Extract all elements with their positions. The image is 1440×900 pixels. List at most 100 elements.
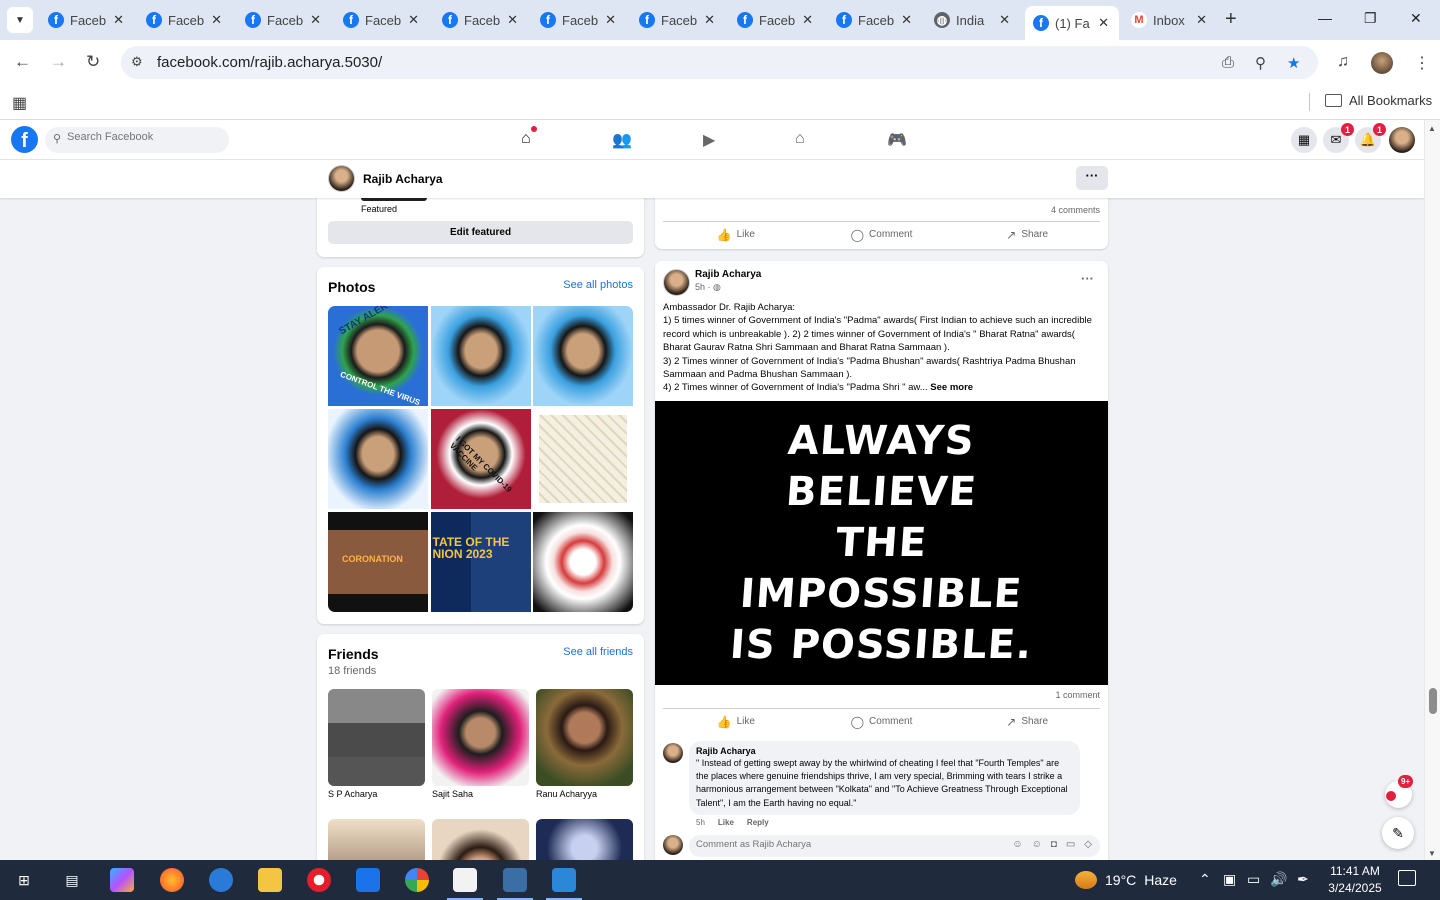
scroll-down-icon[interactable]: ▼: [1428, 849, 1436, 858]
edit-featured-button[interactable]: Edit featured: [328, 221, 633, 244]
weather-widget[interactable]: 19°C Haze: [1075, 871, 1177, 889]
zoom-icon[interactable]: ⚲: [1255, 54, 1266, 72]
menu-grid-icon[interactable]: ▦: [1291, 127, 1317, 153]
photo-thumbnail[interactable]: [328, 409, 428, 509]
close-icon[interactable]: ✕: [1196, 12, 1207, 28]
search-input[interactable]: [67, 131, 222, 143]
restore-icon[interactable]: ❐: [1364, 10, 1377, 27]
close-icon[interactable]: ✕: [704, 12, 715, 28]
url-text[interactable]: facebook.com/rajib.acharya.5030/: [157, 54, 382, 71]
close-icon[interactable]: ✕: [1098, 15, 1109, 31]
close-icon[interactable]: ✕: [999, 12, 1010, 28]
firefox-icon[interactable]: [160, 868, 184, 892]
watch-video-icon[interactable]: ▶: [703, 130, 715, 150]
commenter-avatar[interactable]: [663, 743, 683, 763]
browser-profile-avatar[interactable]: [1371, 52, 1393, 74]
address-bar[interactable]: ⚙ facebook.com/rajib.acharya.5030/ ⎙ ⚲ ★: [121, 46, 1318, 79]
photo-thumbnail[interactable]: STAY ALERT CONTROL THE VIRUS: [328, 306, 428, 406]
browser-tab[interactable]: f Faceb ✕: [237, 6, 331, 34]
reply-avatar[interactable]: [663, 835, 683, 855]
browser-tab[interactable]: f Faceb ✕: [335, 6, 429, 34]
back-arrow-icon[interactable]: ←: [14, 52, 31, 72]
see-more-link[interactable]: See more: [930, 382, 973, 393]
window-close-icon[interactable]: ✕: [1410, 10, 1422, 27]
share-button[interactable]: ↗ Share: [954, 709, 1100, 734]
friend-tile[interactable]: Sajit Saha: [432, 689, 529, 799]
comment-count[interactable]: 1 comment: [1055, 690, 1100, 700]
comment-button[interactable]: ◯ Comment: [809, 222, 955, 247]
browser-tab[interactable]: f Faceb ✕: [434, 6, 528, 34]
see-all-photos-link[interactable]: See all photos: [563, 279, 633, 291]
comment-composer[interactable]: ☺ ☺ ◘ ▭ ◇: [689, 835, 1100, 857]
browser-tab[interactable]: f Faceb ✕: [40, 6, 134, 34]
friend-name[interactable]: S P Acharya: [328, 789, 425, 799]
comment-input[interactable]: [696, 839, 996, 850]
post-timestamp[interactable]: 5h · ◍: [695, 282, 721, 293]
marketplace-icon[interactable]: ⌂: [795, 130, 805, 148]
like-button[interactable]: 👍 Like: [663, 222, 809, 247]
close-icon[interactable]: ✕: [605, 12, 616, 28]
network-icon[interactable]: ▭: [1247, 871, 1260, 888]
bookmark-star-icon[interactable]: ★: [1287, 54, 1300, 72]
like-button[interactable]: 👍 Like: [663, 709, 809, 734]
friend-name[interactable]: Sajit Saha: [432, 789, 529, 799]
avatar-sticker-icon[interactable]: ☺: [1012, 839, 1022, 850]
site-info-icon[interactable]: ⚙: [131, 54, 143, 70]
browser-tab[interactable]: f Faceb ✕: [138, 6, 232, 34]
tab-search-chevron-icon[interactable]: ▼: [7, 7, 33, 33]
install-app-icon[interactable]: ⎙: [1222, 54, 1234, 71]
browser-tab[interactable]: ◍ India ✕: [926, 6, 1020, 34]
opera-icon[interactable]: [307, 868, 331, 892]
close-icon[interactable]: ✕: [113, 12, 124, 28]
scrollbar-thumb[interactable]: [1429, 688, 1437, 714]
friend-name[interactable]: Ranu Acharyya: [536, 789, 633, 799]
close-icon[interactable]: ✕: [802, 12, 813, 28]
comments-count[interactable]: 4 comments: [1051, 205, 1100, 215]
profile-avatar[interactable]: [328, 165, 355, 192]
volume-icon[interactable]: 🔊: [1270, 871, 1287, 888]
photo-thumbnail[interactable]: [533, 512, 633, 612]
microsoft-store-icon[interactable]: [356, 868, 380, 892]
new-tab-plus-icon[interactable]: +: [1225, 8, 1237, 31]
photo-thumbnail[interactable]: [533, 409, 633, 509]
photo-thumbnail[interactable]: [533, 306, 633, 406]
browser-tab[interactable]: M Inbox ✕: [1123, 6, 1217, 34]
comment-reply-link[interactable]: Reply: [747, 818, 769, 827]
close-icon[interactable]: ✕: [310, 12, 321, 28]
gaming-icon[interactable]: 🎮: [887, 130, 907, 150]
page-scrollbar[interactable]: ▲ ▼: [1424, 120, 1440, 860]
new-message-compose-icon[interactable]: ✎: [1382, 817, 1414, 849]
sticker-icon[interactable]: ◇: [1084, 839, 1092, 850]
share-button[interactable]: ↗ Share: [954, 222, 1100, 247]
friend-photo[interactable]: [328, 689, 425, 786]
forward-arrow-icon[interactable]: →: [50, 52, 67, 72]
friends-icon[interactable]: 👥: [612, 130, 632, 150]
browser-tab[interactable]: f Faceb ✕: [729, 6, 823, 34]
comment-like-link[interactable]: Like: [718, 818, 734, 827]
messenger-icon[interactable]: ✉ 1: [1323, 123, 1354, 153]
task-view-icon[interactable]: ▤: [60, 868, 84, 892]
post-image[interactable]: ALWAYS BELIEVE THE IMPOSSIBLE IS POSSIBL…: [655, 401, 1108, 685]
close-icon[interactable]: ✕: [408, 12, 419, 28]
facebook-logo-icon[interactable]: f: [11, 126, 38, 153]
browser-tab-active[interactable]: f (1) Fa ✕: [1025, 6, 1119, 40]
app-icon[interactable]: [497, 868, 533, 900]
close-icon[interactable]: ✕: [901, 12, 912, 28]
chrome-icon[interactable]: [405, 868, 429, 892]
apps-grid-icon[interactable]: ▦: [12, 93, 27, 113]
browser-menu-icon[interactable]: ⋮: [1414, 53, 1430, 73]
all-bookmarks-button[interactable]: All Bookmarks: [1325, 93, 1432, 108]
photo-thumbnail[interactable]: TATE OF THE NION 2023: [430, 512, 531, 612]
notepad-icon[interactable]: [447, 868, 483, 900]
comment-author[interactable]: Rajib Acharya: [696, 746, 1073, 756]
notification-center-icon[interactable]: [1398, 870, 1416, 886]
pen-icon[interactable]: ✒: [1297, 871, 1309, 888]
camera-icon[interactable]: ◘: [1051, 839, 1057, 850]
photos-title[interactable]: Photos: [328, 279, 375, 295]
reload-icon[interactable]: ↻: [86, 52, 100, 72]
account-avatar[interactable]: [1389, 127, 1415, 153]
see-all-friends-link[interactable]: See all friends: [563, 646, 633, 658]
friend-photo[interactable]: [432, 689, 529, 786]
system-clock[interactable]: 11:41 AM 3/24/2025: [1322, 863, 1388, 897]
photo-thumbnail[interactable]: I GOT MY COVID-19 VACCINE: [430, 409, 531, 509]
